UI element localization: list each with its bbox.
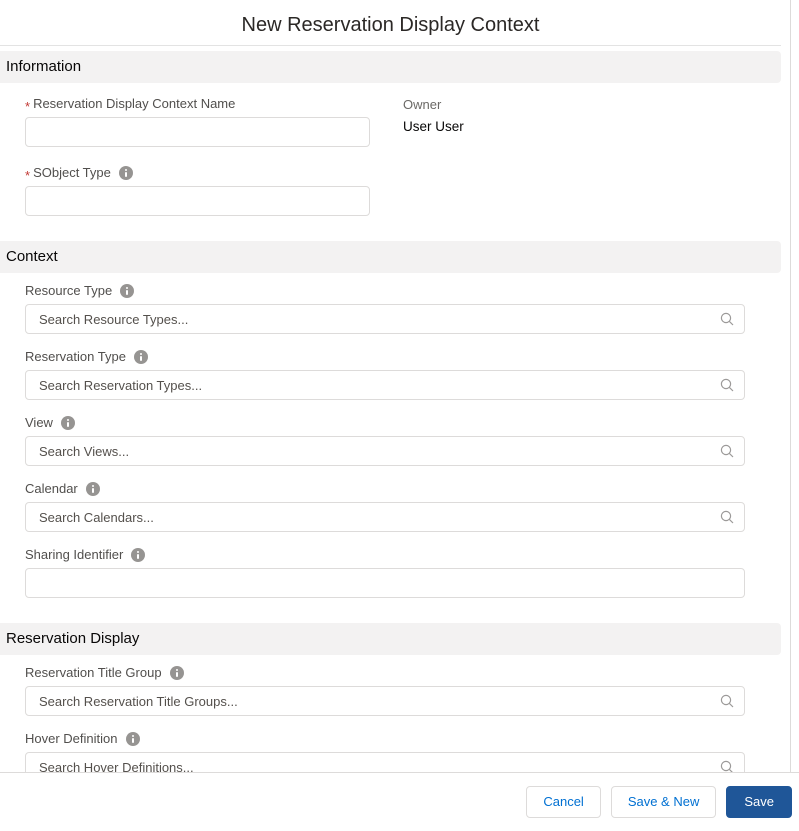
info-icon[interactable]	[125, 732, 140, 746]
reservation-type-search-input[interactable]	[25, 370, 745, 400]
info-icon[interactable]	[131, 548, 146, 562]
info-icon[interactable]	[169, 666, 184, 680]
section-header-context: Context	[0, 241, 781, 273]
sharing-identifier-label: Sharing Identifier	[25, 547, 124, 562]
resource-type-label: Resource Type	[25, 283, 113, 298]
sharing-identifier-input[interactable]	[25, 568, 745, 598]
info-icon[interactable]	[118, 166, 133, 180]
context-name-label: Reservation Display Context Name	[33, 96, 236, 111]
info-icon[interactable]	[85, 482, 100, 496]
resource-type-search-input[interactable]	[25, 304, 745, 334]
calendar-label: Calendar	[25, 481, 78, 496]
view-search-input[interactable]	[25, 436, 745, 466]
section-header-information: Information	[0, 51, 781, 83]
required-asterisk: *	[25, 99, 31, 114]
page-title: New Reservation Display Context	[241, 14, 540, 36]
calendar-search-input[interactable]	[25, 502, 745, 532]
hover-definition-label: Hover Definition	[25, 731, 118, 746]
cancel-button[interactable]: Cancel	[526, 786, 601, 818]
owner-value: User User	[403, 119, 464, 134]
owner-label: Owner	[403, 97, 442, 112]
info-icon[interactable]	[120, 284, 135, 298]
reservation-title-group-label: Reservation Title Group	[25, 665, 162, 680]
info-icon[interactable]	[60, 416, 75, 430]
modal-body: New Reservation Display Context Informat…	[0, 0, 791, 772]
save-and-new-button[interactable]: Save & New	[610, 786, 717, 818]
sobject-type-input[interactable]	[25, 186, 370, 216]
required-asterisk: *	[25, 168, 31, 183]
section-header-reservation-display: Reservation Display	[0, 623, 781, 655]
reservation-title-group-search-input[interactable]	[25, 686, 745, 716]
context-name-input[interactable]	[25, 117, 370, 147]
modal-footer: Cancel Save & New Save	[0, 772, 799, 831]
reservation-type-label: Reservation Type	[25, 349, 126, 364]
sobject-type-label: SObject Type	[33, 165, 111, 180]
modal-header: New Reservation Display Context	[0, 0, 781, 46]
save-button[interactable]: Save	[726, 786, 792, 818]
info-icon[interactable]	[133, 350, 148, 364]
view-label: View	[25, 415, 53, 430]
hover-definition-search-input[interactable]	[25, 752, 745, 772]
